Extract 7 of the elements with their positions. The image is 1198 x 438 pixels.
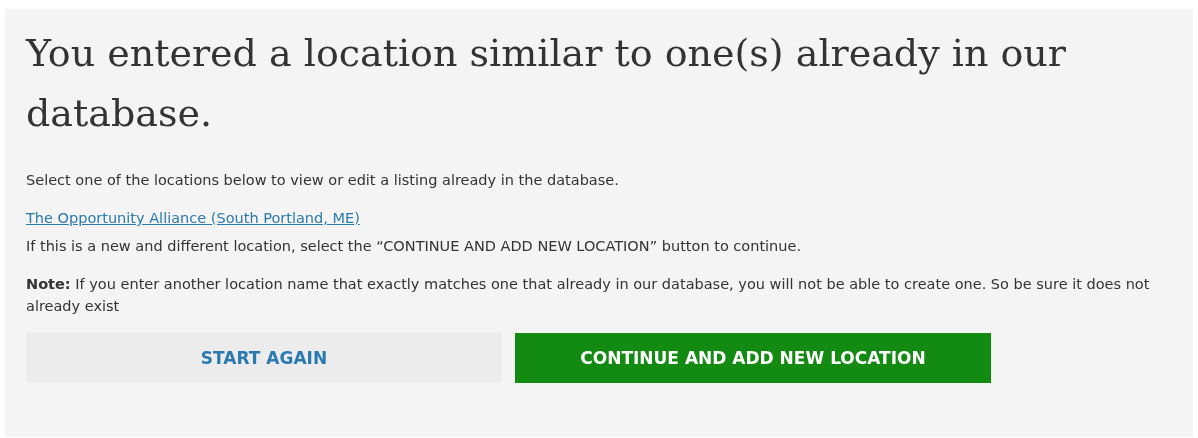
- continue-button[interactable]: CONTINUE AND ADD NEW LOCATION: [515, 333, 991, 383]
- note-text: Note: If you enter another location name that exactly matches one that already in our database, you will not be able to create one. So be sure it does not already exist: [26, 275, 1151, 316]
- location-link[interactable]: The Opportunity Alliance (South Portland, ME): [26, 210, 360, 226]
- start-again-button[interactable]: START AGAIN: [26, 333, 502, 383]
- new-location-hint: If this is a new and different location, select the “CONTINUE AND ADD NEW LOCATION” button to continue.: [26, 237, 802, 256]
- instructions-text: Select one of the locations below to view or edit a listing already in the database.: [26, 171, 620, 190]
- heading: You entered a location similar to one(s) already in our database.: [26, 30, 1067, 137]
